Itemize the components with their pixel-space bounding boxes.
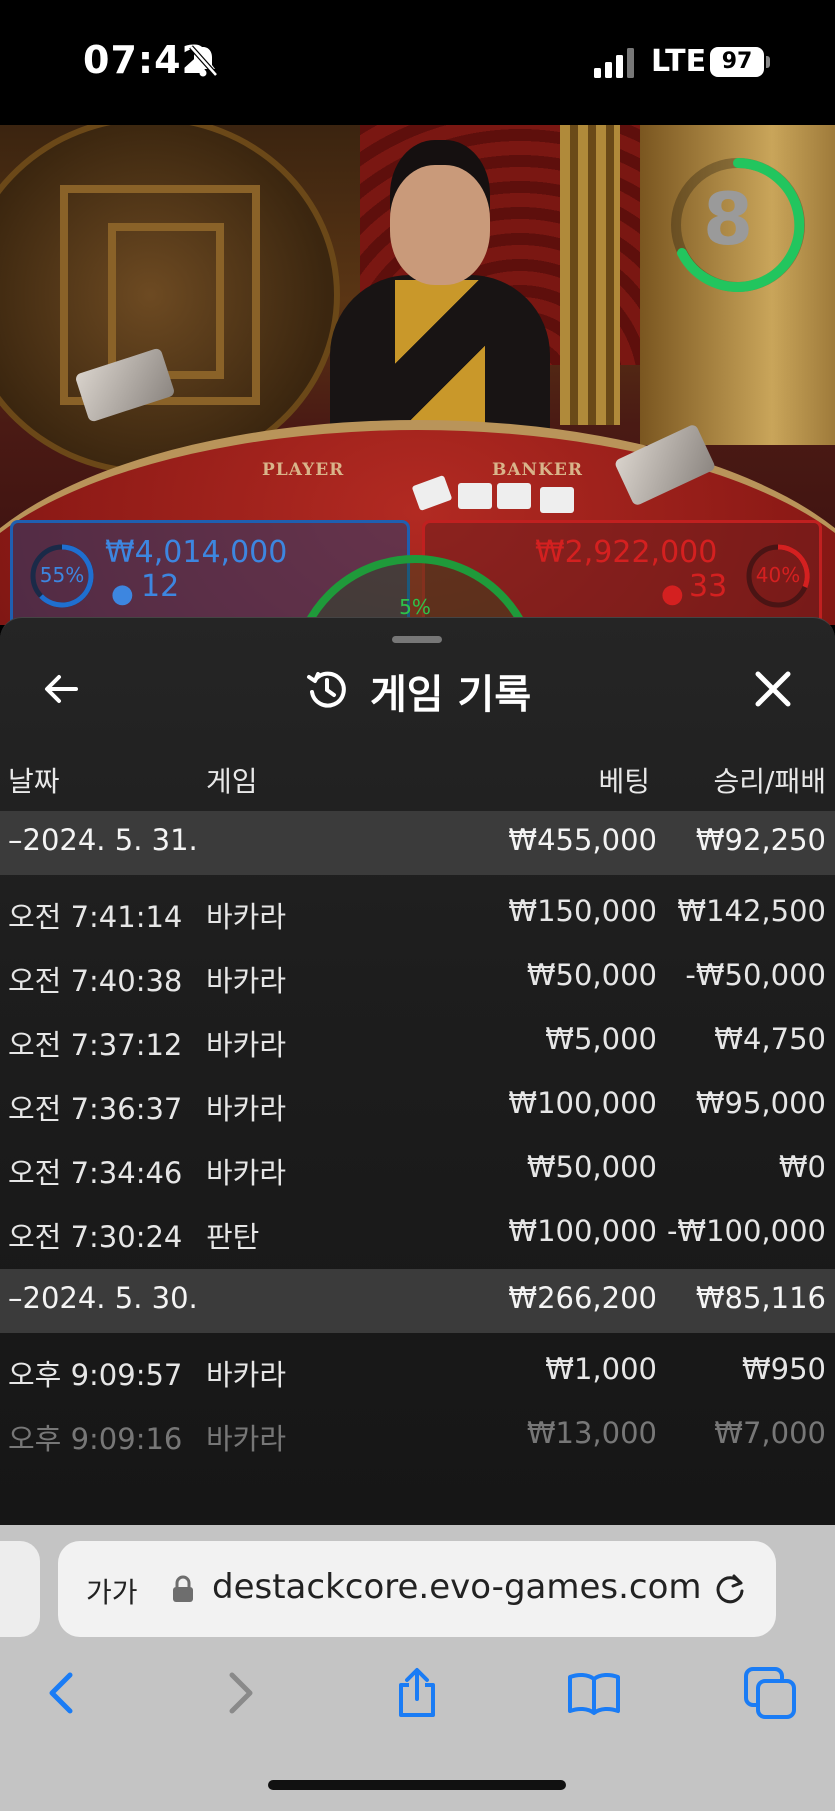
back-arrow-icon[interactable]	[40, 668, 82, 710]
user-icon: ●	[111, 579, 134, 609]
date-group-header[interactable]: –2024. 5. 30. ₩266,200 ₩85,116	[0, 1269, 835, 1333]
table-row[interactable]: 오후 9:09:16 바카라 ₩13,000 ₩7,000	[0, 1402, 835, 1466]
drag-handle[interactable]	[392, 636, 442, 643]
row-game: 바카라	[206, 900, 287, 934]
column-header-bet: 베팅	[598, 765, 650, 798]
history-icon	[307, 671, 346, 708]
lock-icon	[173, 1575, 193, 1602]
row-game: 바카라	[206, 1156, 287, 1190]
row-bet: ₩1,000	[545, 1352, 657, 1386]
player-percent: 55%	[39, 563, 85, 587]
table-row[interactable]: 오전 7:30:24 판탄 ₩100,000 -₩100,000	[0, 1200, 835, 1264]
playing-card	[458, 483, 492, 509]
countdown-timer: 8	[702, 177, 754, 261]
row-time: 오후 9:09:16	[8, 1422, 183, 1456]
game-history-panel: 게임 기록 날짜 게임 베팅 승리/패배 –2024. 5. 31. ₩455,…	[0, 617, 835, 1525]
column-header-result: 승리/패배	[713, 765, 826, 798]
row-time: 오전 7:30:24	[8, 1220, 183, 1254]
table-banker-label: BANKER	[492, 460, 583, 480]
row-game: 판탄	[206, 1220, 260, 1254]
reload-icon[interactable]	[712, 1571, 748, 1607]
playing-card	[497, 483, 531, 509]
share-icon[interactable]	[389, 1665, 445, 1721]
row-result: ₩4,750	[714, 1022, 826, 1056]
row-result: ₩7,000	[714, 1416, 826, 1450]
row-game: 바카라	[206, 1028, 287, 1062]
panel-title: 게임 기록	[370, 672, 532, 718]
row-game: 바카라	[206, 1422, 287, 1456]
table-row[interactable]: 오후 9:09:57 바카라 ₩1,000 ₩950	[0, 1338, 835, 1402]
row-bet: ₩50,000	[526, 1150, 657, 1184]
group-bet-total: ₩455,000	[508, 823, 657, 857]
row-time: 오후 9:09:57	[8, 1358, 183, 1392]
network-type: LTE	[651, 44, 707, 79]
group-date: –2024. 5. 30.	[8, 1281, 198, 1315]
column-header-date: 날짜	[8, 765, 60, 798]
row-bet: ₩5,000	[545, 1022, 657, 1056]
player-count: 12	[141, 569, 180, 604]
previous-tab[interactable]	[0, 1541, 40, 1637]
tie-percent: 5%	[399, 595, 431, 619]
user-icon: ●	[661, 579, 684, 609]
address-bar[interactable]: 가가 destackcore.evo-games.com	[58, 1541, 776, 1637]
table-row[interactable]: 오전 7:41:14 바카라 ₩150,000 ₩142,500	[0, 880, 835, 944]
row-result: ₩950	[741, 1352, 826, 1386]
table-row[interactable]: 오전 7:34:46 바카라 ₩50,000 ₩0	[0, 1136, 835, 1200]
row-game: 바카라	[206, 1358, 287, 1392]
status-bar: 07:42 LTE 97	[0, 0, 835, 125]
text-size-button[interactable]: 가가	[86, 1571, 138, 1611]
row-time: 오전 7:40:38	[8, 964, 183, 998]
signal-icon	[594, 48, 634, 78]
group-bet-total: ₩266,200	[508, 1281, 657, 1315]
player-amount: ₩4,014,000	[105, 535, 288, 570]
row-bet: ₩150,000	[508, 894, 657, 928]
row-bet: ₩100,000	[508, 1214, 657, 1248]
row-result: ₩95,000	[695, 1086, 826, 1120]
table-row[interactable]: 오전 7:40:38 바카라 ₩50,000 -₩50,000	[0, 944, 835, 1008]
row-time: 오전 7:41:14	[8, 900, 183, 934]
row-game: 바카라	[206, 1092, 287, 1126]
row-result: -₩100,000	[666, 1214, 826, 1248]
battery-icon: 97	[710, 47, 764, 77]
playing-card	[540, 487, 574, 513]
row-time: 오전 7:34:46	[8, 1156, 183, 1190]
row-time: 오전 7:37:12	[8, 1028, 183, 1062]
date-group-header[interactable]: –2024. 5. 31. ₩455,000 ₩92,250	[0, 811, 835, 875]
table-row[interactable]: 오전 7:36:37 바카라 ₩100,000 ₩95,000	[0, 1072, 835, 1136]
home-indicator[interactable]	[268, 1780, 566, 1790]
url-text: destackcore.evo-games.com	[212, 1567, 702, 1607]
live-video: PLAYER BANKER 8 55% ₩4,014,000 ● 12 ₩2,9…	[0, 125, 835, 625]
row-result: -₩50,000	[685, 958, 826, 992]
row-bet: ₩100,000	[508, 1086, 657, 1120]
banker-percent: 40%	[755, 563, 801, 587]
row-result: ₩0	[778, 1150, 826, 1184]
close-icon[interactable]	[752, 668, 794, 710]
group-date: –2024. 5. 31.	[8, 823, 198, 857]
group-result-total: ₩85,116	[695, 1281, 826, 1315]
bell-muted-icon	[189, 45, 218, 77]
row-game: 바카라	[206, 964, 287, 998]
banker-count: 33	[689, 569, 728, 604]
row-bet: ₩13,000	[526, 1416, 657, 1450]
back-icon[interactable]	[34, 1665, 90, 1721]
bookmarks-icon[interactable]	[566, 1665, 622, 1721]
tabs-icon[interactable]	[742, 1665, 798, 1721]
table-row[interactable]: 오전 7:37:12 바카라 ₩5,000 ₩4,750	[0, 1008, 835, 1072]
table-player-label: PLAYER	[262, 460, 345, 480]
row-time: 오전 7:36:37	[8, 1092, 183, 1126]
forward-icon[interactable]	[212, 1665, 268, 1721]
row-bet: ₩50,000	[526, 958, 657, 992]
group-result-total: ₩92,250	[695, 823, 826, 857]
banker-amount: ₩2,922,000	[535, 535, 718, 570]
row-result: ₩142,500	[677, 894, 826, 928]
browser-toolbar: 가가 destackcore.evo-games.com	[0, 1525, 835, 1811]
column-header-game: 게임	[206, 765, 258, 798]
